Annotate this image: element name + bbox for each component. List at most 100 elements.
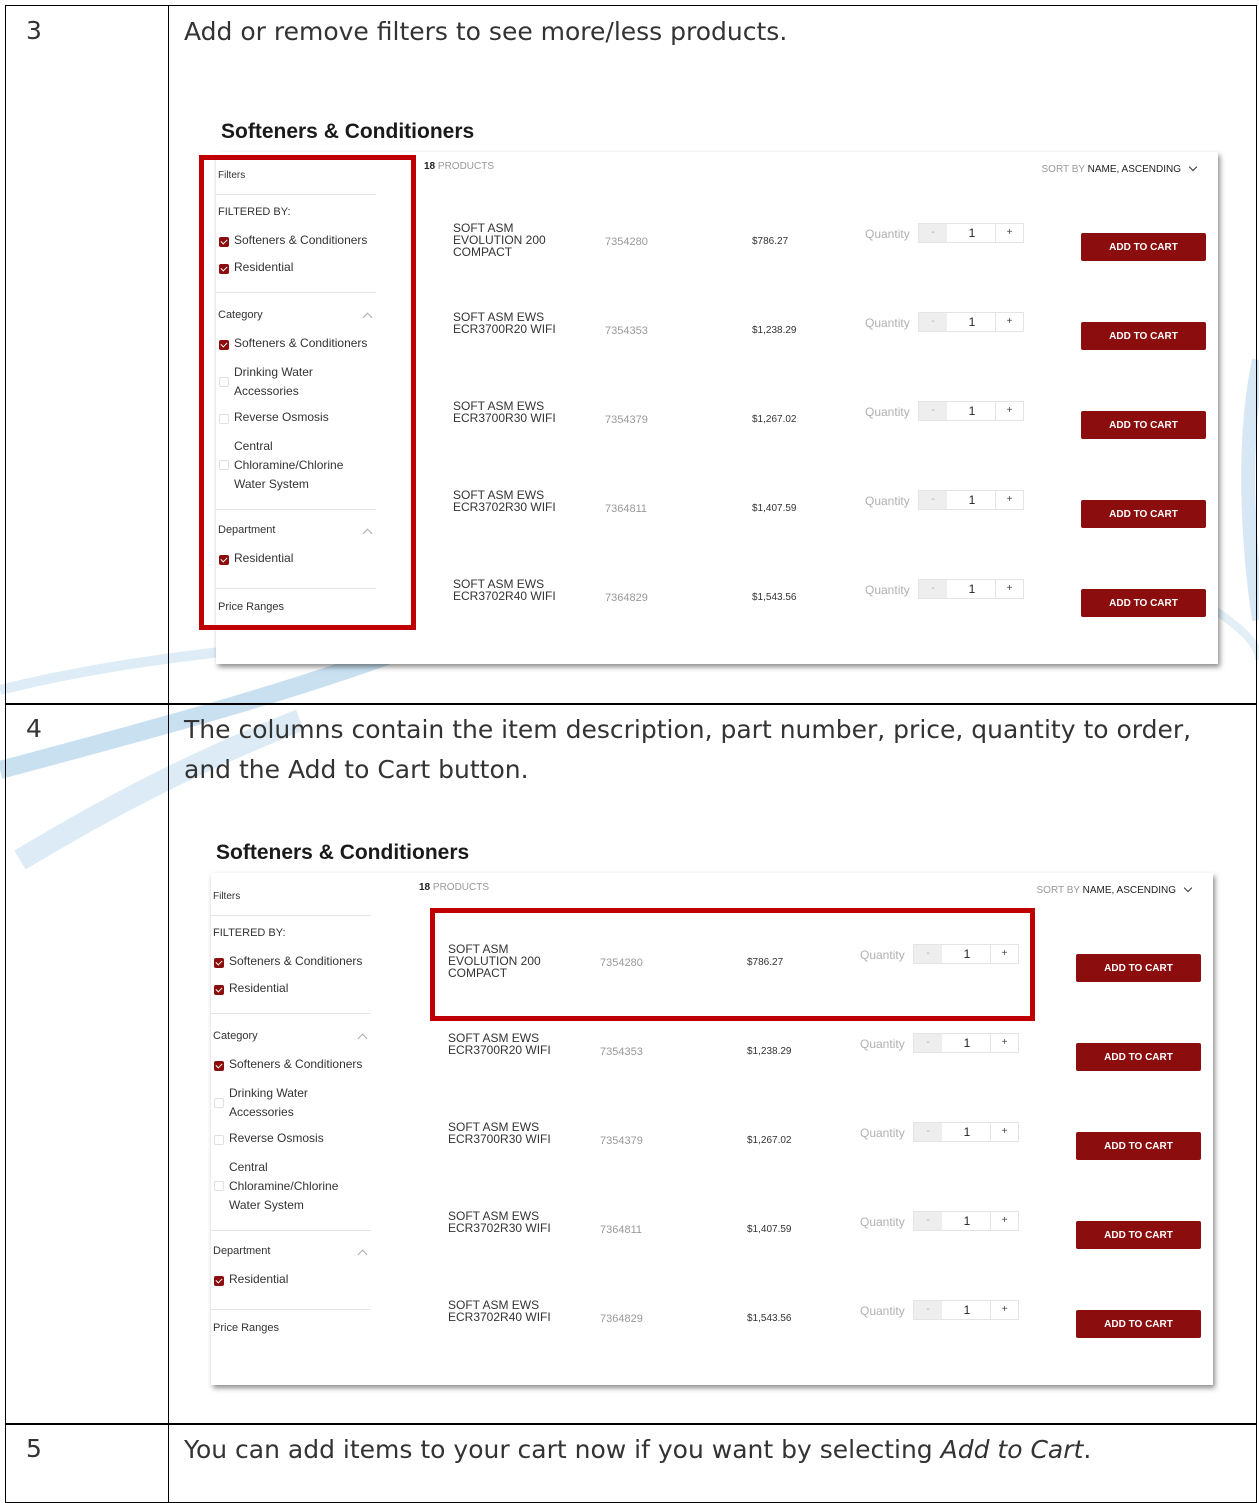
quantity-label: Quantity [860, 1304, 905, 1318]
product-description: SOFT ASM EWS ECR3702R40 WIFI [448, 1298, 551, 1324]
quantity-stepper: - 1 + [918, 490, 1024, 510]
quantity-increase-button[interactable]: + [990, 1212, 1018, 1230]
quantity-stepper: - 1 + [913, 1122, 1019, 1142]
add-to-cart-button[interactable]: ADD TO CART [1081, 589, 1206, 617]
checkbox-checked[interactable] [214, 1276, 224, 1286]
filters-highlight-box [199, 155, 416, 630]
add-to-cart-button[interactable]: ADD TO CART [1081, 411, 1206, 439]
department-option-residential[interactable]: Residential [229, 1272, 288, 1286]
divider [211, 915, 371, 916]
step-number: 5 [6, 1424, 169, 1502]
step-number: 3 [6, 6, 169, 704]
category-option-central-chloramine[interactable]: Central Chloramine/Chlorine Water System [229, 1158, 364, 1215]
quantity-increase-button[interactable]: + [995, 313, 1023, 331]
sort-dropdown[interactable]: SORT BY NAME, ASCENDING [1042, 162, 1198, 175]
category-title: Softeners & Conditioners [216, 841, 470, 864]
filtered-by-heading: FILTERED BY: [213, 927, 286, 939]
quantity-label: Quantity [865, 316, 910, 330]
quantity-label: Quantity [860, 1215, 905, 1229]
quantity-stepper: - 1 + [913, 1211, 1019, 1231]
product-count: 18 PRODUCTS [419, 882, 490, 893]
part-number: 7354353 [605, 325, 648, 337]
quantity-input[interactable]: 1 [942, 1301, 992, 1319]
quantity-input[interactable]: 1 [947, 580, 997, 598]
chevron-down-icon[interactable] [1183, 883, 1193, 893]
quantity-decrease-button[interactable]: - [919, 224, 947, 242]
instruction-document: 3 Add or remove filters to see more/less… [0, 0, 1259, 1503]
checkbox-checked[interactable] [214, 985, 224, 995]
step-row-5: 5 You can add items to your cart now if … [5, 1423, 1257, 1503]
product-price: $1,543.56 [747, 1313, 792, 1324]
part-number: 7364811 [605, 503, 648, 515]
part-number: 7364811 [600, 1224, 643, 1236]
category-option-drinking-water[interactable]: Drinking Water Accessories [229, 1084, 339, 1122]
quantity-increase-button[interactable]: + [995, 491, 1023, 509]
quantity-label: Quantity [860, 1037, 905, 1051]
quantity-decrease-button[interactable]: - [919, 491, 947, 509]
add-to-cart-button[interactable]: ADD TO CART [1076, 1132, 1201, 1160]
add-to-cart-button[interactable]: ADD TO CART [1081, 233, 1206, 261]
quantity-increase-button[interactable]: + [995, 224, 1023, 242]
product-description: SOFT ASM EWS ECR3700R30 WIFI [453, 399, 556, 425]
filter-chip-residential[interactable]: Residential [229, 981, 288, 995]
product-price: $1,238.29 [747, 1046, 792, 1057]
quantity-increase-button[interactable]: + [990, 1123, 1018, 1141]
product-price: $1,267.02 [747, 1135, 792, 1146]
quantity-increase-button[interactable]: + [995, 580, 1023, 598]
divider [211, 1013, 371, 1014]
product-price: $1,407.59 [747, 1224, 792, 1235]
quantity-stepper: - 1 + [918, 223, 1024, 243]
quantity-increase-button[interactable]: + [990, 1034, 1018, 1052]
quantity-label: Quantity [860, 1126, 905, 1140]
quantity-input[interactable]: 1 [942, 1123, 992, 1141]
quantity-decrease-button[interactable]: - [914, 1034, 942, 1052]
step-instruction: You can add items to your cart now if yo… [184, 1435, 1092, 1464]
chevron-down-icon[interactable] [1188, 162, 1198, 172]
quantity-decrease-button[interactable]: - [919, 313, 947, 331]
quantity-input[interactable]: 1 [942, 1212, 992, 1230]
quantity-label: Quantity [865, 227, 910, 241]
quantity-decrease-button[interactable]: - [914, 1123, 942, 1141]
quantity-input[interactable]: 1 [947, 402, 997, 420]
quantity-decrease-button[interactable]: - [919, 580, 947, 598]
add-to-cart-button[interactable]: ADD TO CART [1081, 322, 1206, 350]
add-to-cart-button[interactable]: ADD TO CART [1076, 1221, 1201, 1249]
step-instruction: The columns contain the item description… [184, 715, 1192, 784]
product-description: SOFT ASM EWS ECR3702R30 WIFI [448, 1209, 551, 1235]
checkbox-unchecked[interactable] [214, 1098, 224, 1108]
add-to-cart-button[interactable]: ADD TO CART [1076, 1310, 1201, 1338]
checkbox-unchecked[interactable] [214, 1181, 224, 1191]
quantity-stepper: - 1 + [918, 401, 1024, 421]
product-description: SOFT ASM EWS ECR3700R30 WIFI [448, 1120, 551, 1146]
product-description: SOFT ASM EVOLUTION 200 COMPACT [453, 221, 546, 259]
quantity-increase-button[interactable]: + [995, 402, 1023, 420]
add-to-cart-button[interactable]: ADD TO CART [1076, 954, 1201, 982]
quantity-decrease-button[interactable]: - [919, 402, 947, 420]
quantity-input[interactable]: 1 [947, 313, 997, 331]
product-count: 18 PRODUCTS [424, 161, 495, 172]
product-row: SOFT ASM EWS ECR3702R30 WIFI 7364811 $1,4… [211, 1210, 1213, 1250]
sort-dropdown[interactable]: SORT BY NAME, ASCENDING [1037, 883, 1193, 896]
quantity-input[interactable]: 1 [947, 224, 997, 242]
part-number: 7364829 [605, 592, 648, 604]
quantity-input[interactable]: 1 [947, 491, 997, 509]
product-row: SOFT ASM EWS ECR3700R30 WIFI 7354379 $1,2… [211, 1121, 1213, 1161]
part-number: 7354353 [600, 1046, 643, 1058]
product-row: SOFT ASM EWS ECR3702R40 WIFI 7364829 $1,5… [211, 1299, 1213, 1339]
add-to-cart-button[interactable]: ADD TO CART [1081, 500, 1206, 528]
filters-heading: Filters [213, 891, 241, 902]
quantity-input[interactable]: 1 [942, 1034, 992, 1052]
add-to-cart-button[interactable]: ADD TO CART [1076, 1043, 1201, 1071]
product-row: SOFT ASM EWS ECR3700R20 WIFI 7354353 $1,2… [211, 1032, 1213, 1072]
part-number: 7364829 [600, 1313, 643, 1325]
category-title: Softeners & Conditioners [221, 120, 475, 143]
quantity-decrease-button[interactable]: - [914, 1212, 942, 1230]
quantity-stepper: - 1 + [918, 312, 1024, 332]
quantity-increase-button[interactable]: + [990, 1301, 1018, 1319]
product-price: $1,267.02 [752, 414, 797, 425]
chevron-up-icon[interactable] [357, 1249, 368, 1260]
quantity-label: Quantity [865, 405, 910, 419]
product-price: $1,238.29 [752, 325, 797, 336]
quantity-decrease-button[interactable]: - [914, 1301, 942, 1319]
quantity-label: Quantity [865, 583, 910, 597]
